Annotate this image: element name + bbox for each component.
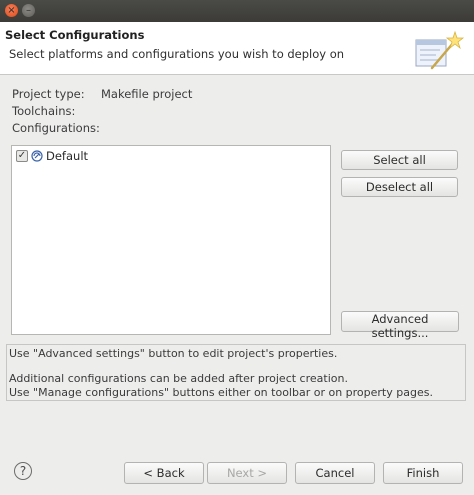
help-icon[interactable]: ?	[14, 462, 32, 480]
page-description: Select platforms and configurations you …	[9, 47, 345, 61]
wizard-banner-icon	[415, 30, 465, 70]
list-item[interactable]: ✓ Default	[13, 147, 329, 164]
info-line-additional: Additional configurations can be added a…	[9, 372, 348, 385]
finish-button[interactable]: Finish	[383, 462, 463, 484]
configurations-list[interactable]: ✓ Default	[11, 145, 331, 335]
window-close-button[interactable]: ×	[5, 4, 18, 17]
info-line-manage: Use "Manage configurations" buttons eith…	[9, 386, 433, 399]
back-button[interactable]: < Back	[124, 462, 204, 484]
wizard-header: Select Configurations Select platforms a…	[0, 22, 474, 75]
page-title: Select Configurations	[5, 28, 145, 42]
project-type-label: Project type:	[12, 87, 85, 101]
configurations-label: Configurations:	[12, 121, 100, 135]
project-type-value: Makefile project	[101, 87, 193, 101]
deselect-all-button[interactable]: Deselect all	[341, 177, 458, 197]
next-button[interactable]: Next >	[207, 462, 287, 484]
advanced-settings-button[interactable]: Advanced settings...	[341, 311, 459, 340]
select-all-button[interactable]: Select all	[341, 150, 458, 170]
window-minimize-button[interactable]: –	[22, 4, 35, 17]
toolchains-label: Toolchains:	[12, 104, 76, 118]
configuration-checkbox[interactable]: ✓	[16, 149, 28, 162]
configuration-icon	[31, 149, 43, 162]
window-titlebar: × –	[0, 0, 474, 22]
configuration-name: Default	[46, 148, 89, 163]
info-text-box: Use "Advanced settings" button to edit p…	[6, 344, 466, 401]
info-line-advanced: Use "Advanced settings" button to edit p…	[9, 347, 338, 360]
cancel-button[interactable]: Cancel	[295, 462, 375, 484]
